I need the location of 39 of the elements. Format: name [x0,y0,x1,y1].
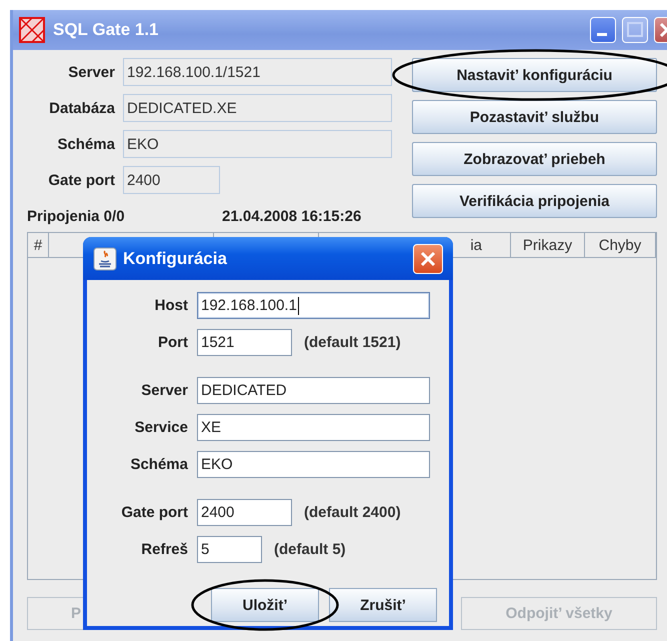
column-header: Chyby [585,233,656,257]
field-label: Databáza [48,100,115,116]
action-button[interactable]: Zobrazovat’ priebeh [412,142,657,176]
action-button[interactable]: Pozastavit’ službu [412,100,657,134]
field-label: Gate port [47,172,115,188]
field-label: Server [140,382,188,399]
app-icon [19,17,45,43]
dialog-button[interactable]: Zrušit’ [329,588,437,622]
field-label: Port [157,334,188,351]
field-label: Server [67,64,115,80]
input-field[interactable]: 1521 [197,329,292,356]
input-field[interactable]: 5 [197,536,262,563]
input-field[interactable]: XE [197,414,430,441]
field-label: Schéma [56,136,115,152]
input-field[interactable]: 192.168.100.1 [197,292,430,319]
window-title: SQL Gate 1.1 [53,20,160,40]
action-button[interactable]: Nastavit’ konfiguráciu [412,58,657,92]
field-label: Gate port [120,504,188,521]
close-button[interactable] [413,244,443,274]
field-label: Schéma [129,456,188,473]
column-header: Prikazy [511,233,585,257]
default-hint: (default 5) [274,541,346,558]
field-label: Service [134,419,188,436]
field-label: Refreš [140,541,188,558]
input-field[interactable]: EKO [197,451,430,478]
dialog-title: Konfigurácia [123,248,228,268]
input-field[interactable]: DEDICATED [197,377,430,404]
action-button[interactable]: Verifikácia pripojenia [412,184,657,218]
minimize-button[interactable] [590,17,616,43]
connections-label: Pripojenia 0/0 [27,208,126,225]
default-hint: (default 1521) [304,334,401,351]
field-label: Host [154,297,188,314]
date-time: 21.04.2008 16:15:26 [222,208,362,225]
minimize-icon [597,33,607,36]
input-field[interactable]: 2400 [197,499,292,526]
coffee-cup-icon [93,246,117,270]
dialog-button[interactable]: Uložit’ [211,588,319,622]
column-header: # [28,233,49,257]
default-hint: (default 2400) [304,504,401,521]
